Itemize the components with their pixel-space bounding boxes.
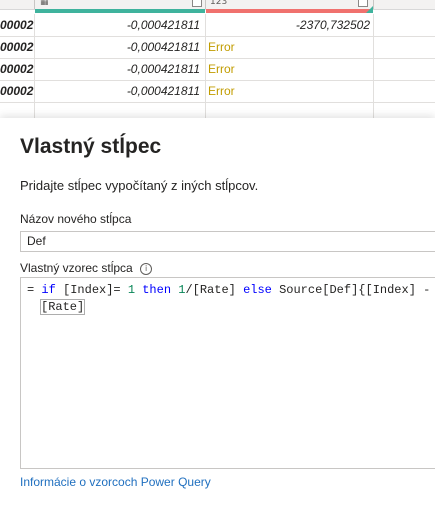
power-query-help-link[interactable]: Informácie o vzorcoch Power Query: [20, 475, 211, 489]
def-cell: -2370,732502: [295, 18, 370, 32]
table-row: 00002 -0,000421811 Error: [0, 36, 435, 59]
index-cell: 00002: [0, 62, 34, 76]
column-quality-bar: [206, 9, 372, 13]
formula-label-row: Vlastný vzorec stĺpca i: [20, 261, 153, 275]
table-row: 00002 -0,000421811 Error: [0, 58, 435, 81]
dialog-title: Vlastný stĺpec: [20, 135, 162, 158]
table-row: 00002 -0,000421811 Error: [0, 80, 435, 103]
formula-line-2: [Rate]: [39, 299, 86, 315]
index-cell: 00002: [0, 84, 34, 98]
number-type-icon[interactable]: 123: [210, 0, 227, 7]
formula-editor[interactable]: = if [Index]= 1 then 1/[Rate] else Sourc…: [20, 277, 435, 469]
dialog-subtitle: Pridajte stĺpec vypočítaný z iných stĺpc…: [20, 178, 259, 193]
formula-label: Vlastný vzorec stĺpca: [20, 261, 133, 275]
table-icon: ▦: [40, 0, 49, 7]
error-cell[interactable]: Error: [208, 58, 374, 80]
data-grid: ▦ 123 00002 -0,000421811 -2370,732502 00…: [0, 0, 435, 118]
formula-line-1: = if [Index]= 1 then 1/[Rate] else Sourc…: [27, 283, 435, 297]
column-name-input[interactable]: Def: [20, 231, 435, 252]
rate-cell: -0,000421811: [126, 40, 200, 54]
column-quality-bar: [35, 9, 205, 13]
table-row-partial: [0, 102, 435, 118]
rate-cell: -0,000421811: [126, 84, 200, 98]
rate-cell: -0,000421811: [126, 18, 200, 32]
column-name-label: Názov nového stĺpca: [20, 212, 132, 226]
error-cell[interactable]: Error: [208, 80, 374, 102]
info-icon[interactable]: i: [140, 262, 153, 275]
error-cell[interactable]: Error: [208, 36, 374, 58]
index-cell: 00002: [0, 40, 34, 54]
column-filter-button[interactable]: [192, 0, 202, 7]
rate-cell: -0,000421811: [126, 62, 200, 76]
index-cell: 00002: [0, 18, 34, 32]
custom-column-dialog: Vlastný stĺpec Pridajte stĺpec vypočítan…: [0, 118, 435, 521]
table-row: 00002 -0,000421811 -2370,732502: [0, 14, 435, 37]
column-quality-marker: [366, 6, 373, 13]
